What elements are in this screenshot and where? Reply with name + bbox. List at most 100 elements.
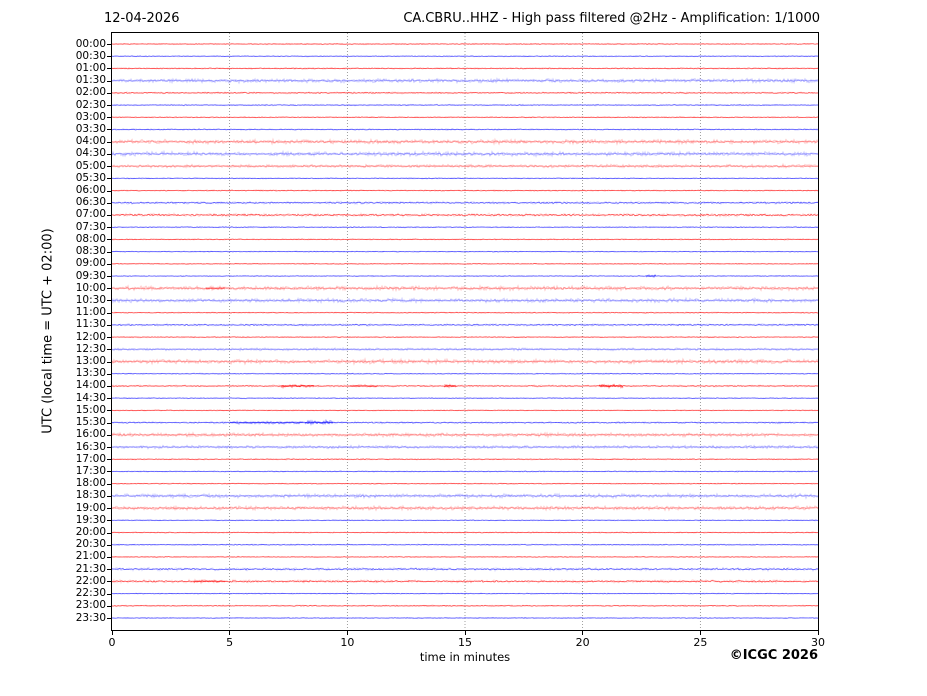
- y-tick-label: 23:00: [75, 599, 106, 612]
- y-tick-mark: [107, 81, 112, 82]
- y-tick-label: 06:30: [75, 196, 106, 209]
- y-tick-label: 02:30: [75, 98, 106, 111]
- y-tick-label: 20:30: [75, 538, 106, 551]
- y-tick-mark: [107, 447, 112, 448]
- x-tick-mark: [699, 631, 701, 635]
- y-tick-label: 01:30: [75, 74, 106, 87]
- x-tick-label: 15: [458, 636, 472, 649]
- y-tick-label: 11:00: [75, 306, 106, 319]
- plot-area: [111, 32, 819, 631]
- copyright-label: ©ICGC 2026: [729, 648, 818, 663]
- y-tick-label: 23:30: [75, 611, 106, 624]
- y-tick-label: 18:30: [75, 489, 106, 502]
- chart-title: CA.CBRU..HHZ - High pass filtered @2Hz -…: [403, 11, 820, 26]
- y-tick-label: 20:00: [75, 526, 106, 538]
- y-tick-mark: [107, 191, 112, 192]
- x-tick-mark: [582, 631, 584, 635]
- y-tick-mark: [107, 105, 112, 106]
- y-tick-label: 13:00: [75, 355, 106, 368]
- y-tick-label: 05:30: [75, 171, 106, 184]
- y-tick-mark: [107, 398, 112, 399]
- y-tick-mark: [107, 569, 112, 570]
- y-tick-label: 08:00: [75, 232, 106, 245]
- y-tick-label: 19:30: [75, 513, 106, 526]
- y-tick-mark: [107, 154, 112, 155]
- date-label: 12-04-2026: [104, 11, 180, 26]
- y-tick-mark: [107, 300, 112, 301]
- y-tick-label: 12:00: [75, 330, 106, 343]
- y-tick-mark: [107, 508, 112, 509]
- x-axis-title: time in minutes: [419, 650, 511, 664]
- y-tick-label: 22:30: [75, 587, 106, 600]
- y-tick-mark: [107, 374, 112, 375]
- y-tick-label: 05:00: [75, 159, 106, 172]
- y-tick-mark: [107, 484, 112, 485]
- seismogram-canvas: [112, 33, 818, 630]
- y-tick-mark: [107, 606, 112, 607]
- y-tick-mark: [107, 581, 112, 582]
- y-tick-label: 06:00: [75, 184, 106, 197]
- y-tick-mark: [107, 264, 112, 265]
- y-tick-mark: [107, 276, 112, 277]
- y-tick-label: 07:00: [75, 208, 106, 221]
- y-tick-label: 11:30: [75, 318, 106, 331]
- y-tick-mark: [107, 239, 112, 240]
- y-tick-label: 00:30: [75, 49, 106, 62]
- y-tick-mark: [107, 435, 112, 436]
- y-tick-mark: [107, 520, 112, 521]
- y-tick-mark: [107, 215, 112, 216]
- x-tick-label: 5: [226, 636, 234, 649]
- y-tick-mark: [107, 618, 112, 619]
- x-tick-mark: [229, 631, 231, 635]
- y-tick-mark: [107, 471, 112, 472]
- y-tick-mark: [107, 203, 112, 204]
- y-tick-label: 12:30: [75, 342, 106, 355]
- y-tick-label: 15:00: [75, 403, 106, 416]
- y-tick-label: 16:00: [75, 428, 106, 441]
- y-tick-mark: [107, 68, 112, 69]
- y-tick-label: 17:00: [75, 452, 106, 465]
- y-tick-mark: [107, 337, 112, 338]
- y-tick-label: 00:00: [75, 37, 106, 50]
- y-tick-mark: [107, 227, 112, 228]
- y-tick-label: 03:30: [75, 122, 106, 135]
- y-tick-mark: [107, 117, 112, 118]
- x-tick-mark: [346, 631, 348, 635]
- y-tick-mark: [107, 362, 112, 363]
- y-tick-label: 17:30: [75, 464, 106, 477]
- y-tick-label: 21:30: [75, 562, 106, 575]
- y-tick-mark: [107, 459, 112, 460]
- y-tick-mark: [107, 349, 112, 350]
- y-tick-label: 02:00: [75, 86, 106, 99]
- y-tick-mark: [107, 93, 112, 94]
- y-tick-mark: [107, 44, 112, 45]
- y-tick-mark: [107, 178, 112, 179]
- y-tick-label: 10:00: [75, 281, 106, 294]
- y-tick-label: 07:30: [75, 220, 106, 233]
- x-tick-label: 10: [340, 636, 355, 649]
- y-tick-mark: [107, 325, 112, 326]
- y-tick-label: 16:30: [75, 440, 106, 453]
- y-tick-label: 01:00: [75, 61, 106, 74]
- y-tick-mark: [107, 545, 112, 546]
- x-tick-label: 20: [575, 636, 590, 649]
- y-tick-mark: [107, 252, 112, 253]
- y-tick-mark: [107, 533, 112, 534]
- x-tick-mark: [111, 631, 113, 635]
- y-tick-label: 10:30: [75, 293, 106, 306]
- y-tick-label: 21:00: [75, 550, 106, 563]
- y-tick-mark: [107, 594, 112, 595]
- y-tick-label: 03:00: [75, 110, 106, 123]
- y-tick-mark: [107, 496, 112, 497]
- y-tick-mark: [107, 142, 112, 143]
- x-tick-mark: [817, 631, 819, 635]
- y-tick-label: 04:00: [75, 135, 106, 148]
- helicorder-page: 12-04-2026 CA.CBRU..HHZ - High pass filt…: [0, 0, 927, 696]
- y-tick-label: 18:00: [75, 477, 106, 490]
- y-tick-label: 09:00: [75, 257, 106, 270]
- y-tick-label: 13:30: [75, 367, 106, 380]
- y-tick-label: 04:30: [75, 147, 106, 160]
- y-tick-label: 14:30: [75, 391, 106, 404]
- y-tick-label: 09:30: [75, 269, 106, 282]
- y-tick-mark: [107, 56, 112, 57]
